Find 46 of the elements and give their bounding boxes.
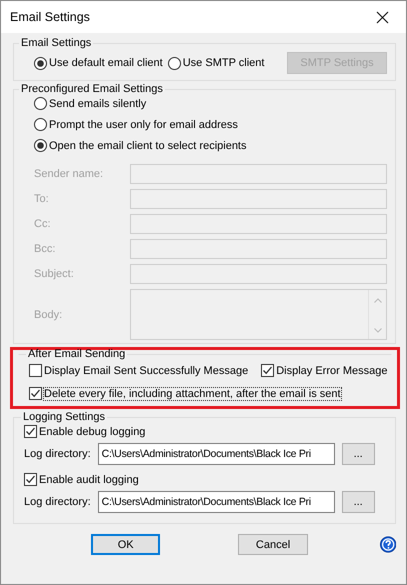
input-field[interactable] xyxy=(130,189,387,209)
field-label: Log directory: xyxy=(24,448,91,460)
input-field[interactable]: C:\Users\Administrator\Documents\Black Ice Pri xyxy=(98,443,335,465)
radio-button[interactable] xyxy=(34,97,47,110)
window-title: Email Settings xyxy=(10,10,90,24)
input-field[interactable] xyxy=(130,264,387,284)
group-title: Logging Settings xyxy=(22,411,106,423)
checkbox-label: Delete every file, including attachment, after the email is sent xyxy=(44,388,341,400)
field-label: Cc: xyxy=(33,218,52,230)
field-label: To: xyxy=(33,193,50,205)
checkbox-label: Display Email Sent Successfully Message xyxy=(44,364,248,376)
input-field[interactable] xyxy=(130,164,387,184)
checkbox[interactable] xyxy=(261,364,274,377)
group-title: After Email Sending xyxy=(27,348,126,360)
group-title: Email Settings xyxy=(20,37,92,49)
checkbox[interactable] xyxy=(24,425,37,438)
radio-label: Open the email client to select recipients xyxy=(49,140,246,152)
radio-label: Send emails silently xyxy=(49,98,146,110)
checkbox-label: Enable debug logging xyxy=(39,426,146,438)
field-label: Bcc: xyxy=(33,243,56,255)
group-title: Preconfigured Email Settings xyxy=(20,83,164,95)
input-field[interactable]: C:\Users\Administrator\Documents\Black Ice Pri xyxy=(98,491,335,513)
input-field[interactable] xyxy=(130,214,387,234)
radio-label: Use default email client xyxy=(49,57,163,69)
checkbox-label: Enable audit logging xyxy=(39,474,139,486)
field-label: Body: xyxy=(33,308,64,320)
field-label: Subject: xyxy=(33,268,75,280)
checkbox[interactable] xyxy=(29,387,42,400)
radio-button[interactable] xyxy=(34,118,47,131)
browse-button[interactable]: ... xyxy=(342,443,375,465)
browse-button[interactable]: ... xyxy=(342,491,375,513)
help-icon[interactable] xyxy=(380,536,396,553)
checkbox[interactable] xyxy=(29,364,42,377)
radio-button[interactable] xyxy=(168,56,181,70)
input-field[interactable] xyxy=(130,239,387,259)
dialog-button[interactable]: Cancel xyxy=(238,534,308,555)
radio-label: Use SMTP client xyxy=(182,57,264,69)
close-icon[interactable] xyxy=(376,10,389,24)
radio-button[interactable] xyxy=(34,56,47,70)
field-label: Log directory: xyxy=(24,496,91,508)
radio-label: Prompt the user only for email address xyxy=(49,118,238,130)
radio-button[interactable] xyxy=(34,139,47,152)
field-label: Sender name: xyxy=(33,168,104,180)
checkbox[interactable] xyxy=(24,473,37,486)
checkbox-label: Display Error Message xyxy=(276,364,388,376)
dialog-button[interactable]: OK xyxy=(91,534,160,555)
